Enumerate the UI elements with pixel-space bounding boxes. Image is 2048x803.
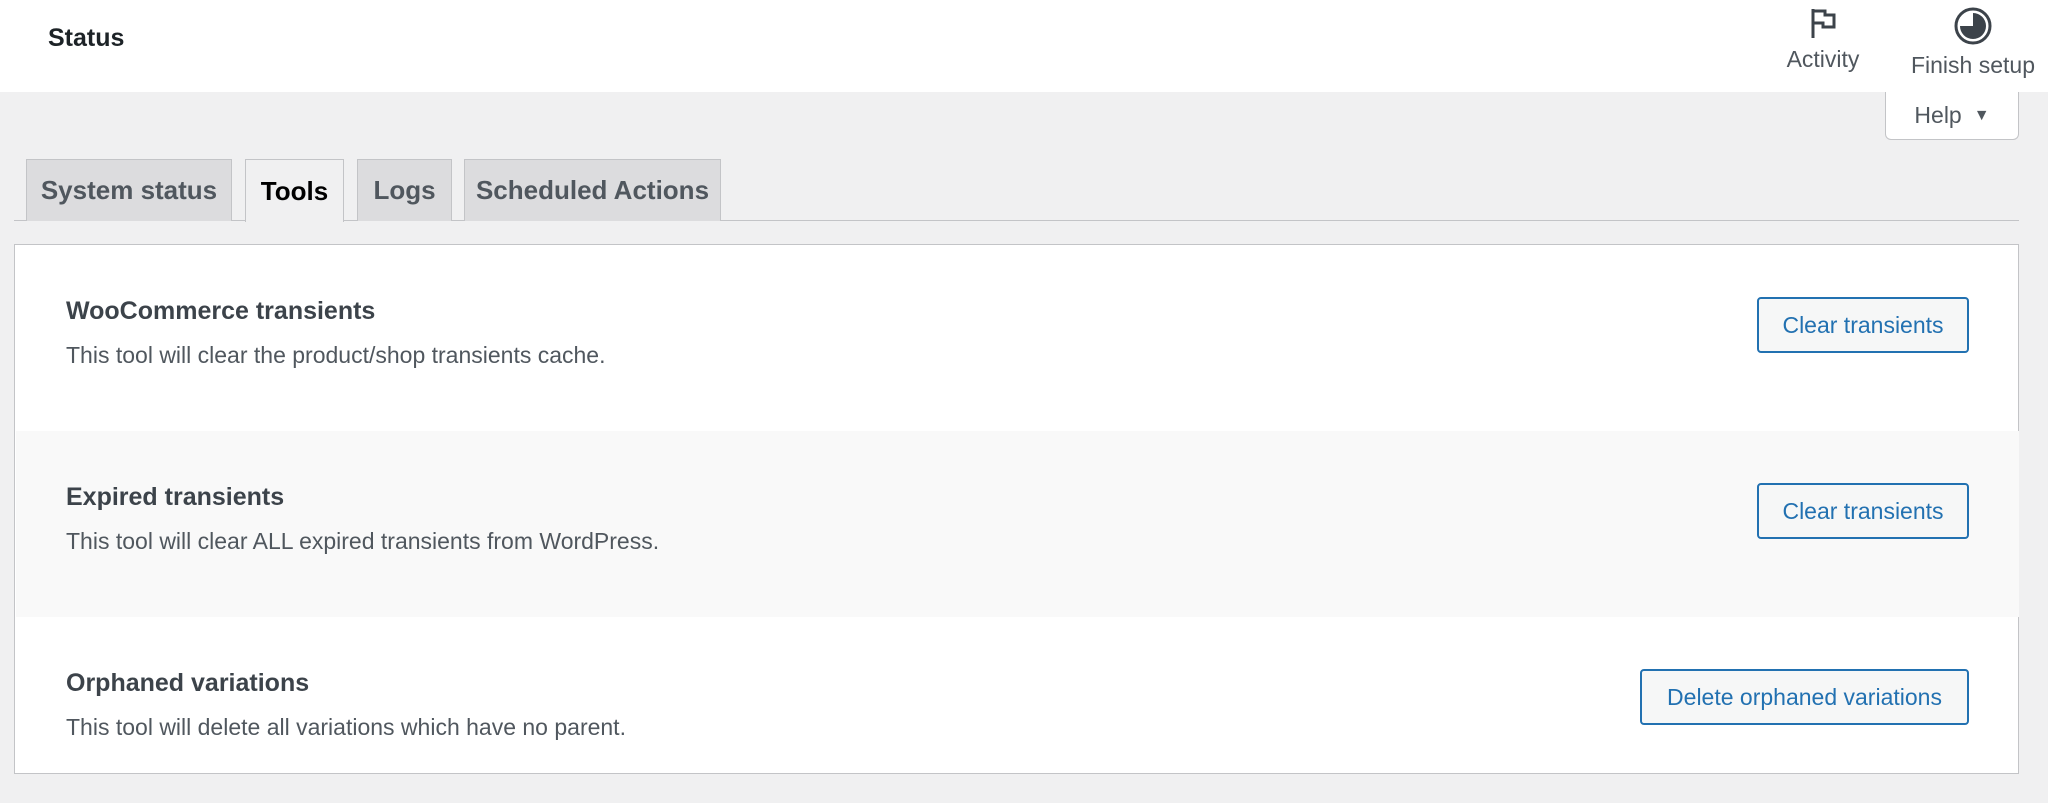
tool-description: This tool will delete all variations whi… <box>66 714 626 740</box>
tool-title: Orphaned variations <box>66 669 310 697</box>
tool-row-orphaned-variations: Orphaned variations This tool will delet… <box>16 617 2019 803</box>
tool-title: Expired transients <box>66 483 285 511</box>
tools-panel: WooCommerce transients This tool will cl… <box>14 244 2019 774</box>
tool-description: This tool will clear ALL expired transie… <box>66 528 660 554</box>
top-header: Status Activity Finish setup <box>0 0 2048 92</box>
page-title: Status <box>48 24 125 52</box>
tab-scheduled-actions[interactable]: Scheduled Actions <box>464 159 721 221</box>
tab-logs[interactable]: Logs <box>357 159 452 221</box>
clear-transients-button[interactable]: Clear transients <box>1757 297 1969 353</box>
finish-setup-button[interactable]: Finish setup <box>1900 6 2046 86</box>
delete-orphaned-variations-button[interactable]: Delete orphaned variations <box>1640 669 1969 725</box>
tool-description: This tool will clear the product/shop tr… <box>66 342 606 368</box>
clear-expired-transients-button[interactable]: Clear transients <box>1757 483 1969 539</box>
tab-tools[interactable]: Tools <box>245 159 344 222</box>
tool-row-expired-transients: Expired transients This tool will clear … <box>16 431 2019 617</box>
progress-pie-icon <box>1953 6 1993 46</box>
tool-title: WooCommerce transients <box>66 297 376 325</box>
help-label: Help <box>1914 102 1962 128</box>
caret-down-icon: ▼ <box>1973 106 1990 124</box>
activity-label: Activity <box>1786 46 1860 72</box>
finish-setup-label: Finish setup <box>1910 52 2035 78</box>
tab-system-status[interactable]: System status <box>26 159 232 221</box>
tool-row-woocommerce-transients: WooCommerce transients This tool will cl… <box>16 245 2019 431</box>
help-button[interactable]: Help ▼ <box>1885 92 2019 140</box>
flag-icon <box>1807 6 1839 40</box>
activity-button[interactable]: Activity <box>1778 6 1868 86</box>
